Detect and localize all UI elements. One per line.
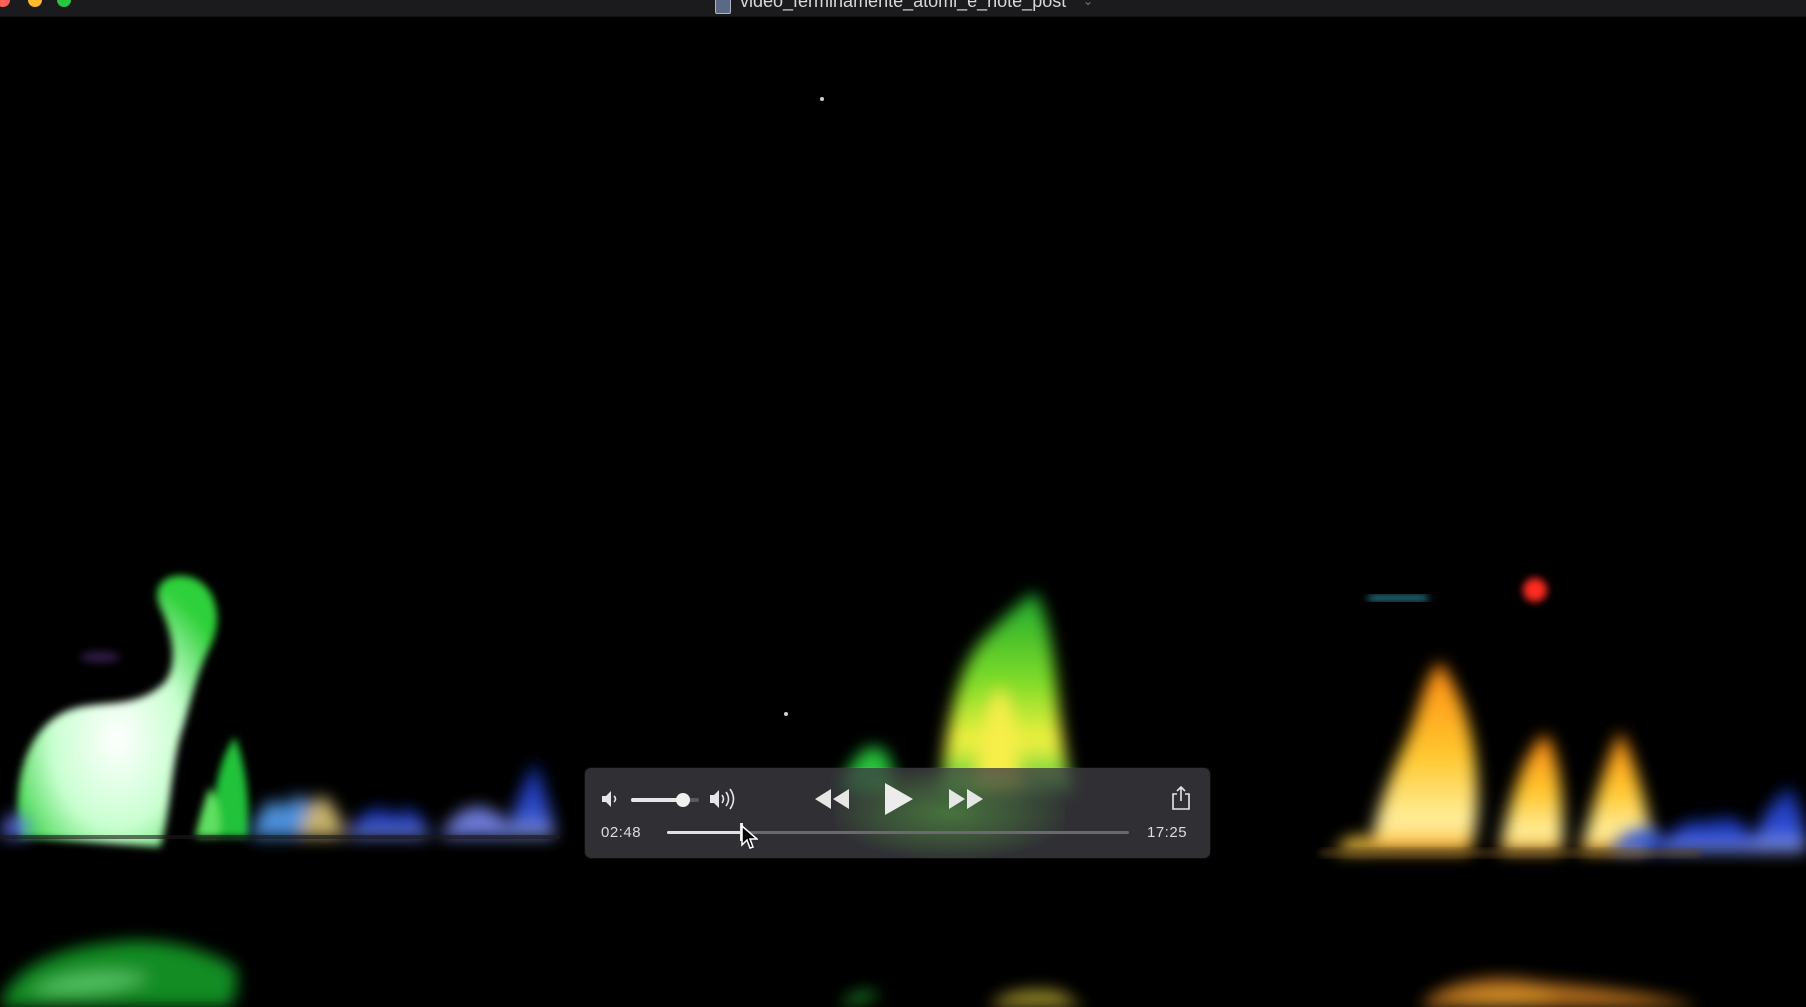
video-frame[interactable] xyxy=(0,17,1806,1007)
document-proxy-icon[interactable] xyxy=(715,0,731,14)
volume-slider[interactable] xyxy=(631,793,699,807)
zoom-window-button[interactable] xyxy=(57,0,71,7)
current-time: 02:48 xyxy=(601,824,642,841)
play-icon[interactable] xyxy=(877,780,917,818)
chevron-down-icon[interactable]: ⌄ xyxy=(1083,0,1093,8)
volume-slider-knob[interactable] xyxy=(676,793,691,807)
mouse-pointer-icon xyxy=(741,825,758,849)
scrubber-progress-fill xyxy=(667,831,742,834)
total-duration: 17:25 xyxy=(1147,824,1188,841)
close-window-button[interactable] xyxy=(0,0,10,7)
window-title: video_ferminamente_atomi_e_note_post xyxy=(740,0,1067,11)
title-bar[interactable]: video_ferminamente_atomi_e_note_post ⌄ xyxy=(0,0,1806,17)
minimize-window-button[interactable] xyxy=(28,0,42,7)
rewind-icon[interactable] xyxy=(811,784,853,814)
share-icon[interactable] xyxy=(1169,784,1193,812)
fast-forward-icon[interactable] xyxy=(945,784,987,814)
playback-controls-hud[interactable]: 02:48 17:25 xyxy=(585,768,1210,858)
quicktime-player-window: video_ferminamente_atomi_e_note_post ⌄ 0… xyxy=(0,0,1806,1007)
video-frame-image xyxy=(0,97,1806,1007)
playback-scrubber[interactable] xyxy=(667,823,1129,841)
speaker-high-icon[interactable] xyxy=(707,786,739,812)
speaker-low-icon[interactable] xyxy=(599,788,621,810)
